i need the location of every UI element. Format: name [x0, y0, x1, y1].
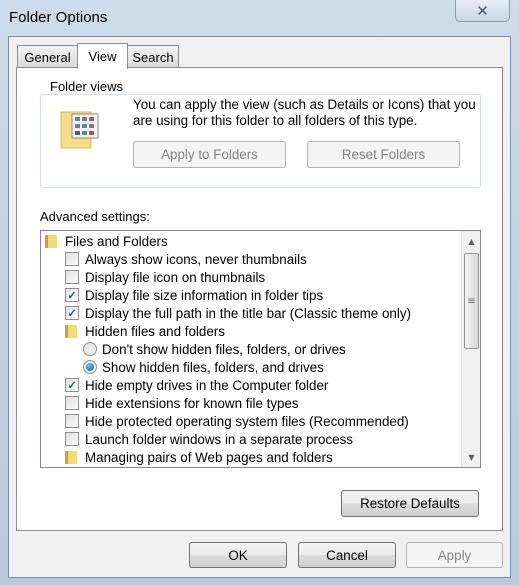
list-item[interactable]: ✓ Display the full path in the title bar … [65, 304, 411, 322]
folder-views-icon [60, 110, 100, 150]
list-item-label: Display the full path in the title bar (… [85, 305, 411, 321]
checkbox[interactable] [65, 432, 79, 446]
list-item[interactable]: Show hidden files, folders, and drives [83, 358, 324, 376]
list-item-label: Show hidden files, folders, and drives [102, 359, 324, 375]
folder-views-label: Folder views [47, 79, 126, 94]
list-item[interactable]: Display file icon on thumbnails [65, 268, 265, 286]
list-item-label: Hide protected operating system files (R… [85, 413, 409, 429]
checkbox[interactable] [65, 252, 79, 266]
list-item: Files and Folders [45, 232, 168, 250]
tab-view[interactable]: View [77, 43, 128, 69]
close-icon: ✕ [476, 1, 489, 20]
checkbox[interactable] [65, 396, 79, 410]
list-item-label: Hidden files and folders [85, 323, 225, 339]
list-item-label: Display file icon on thumbnails [85, 269, 266, 285]
list-item[interactable]: ✓ Hide empty drives in the Computer folde… [65, 376, 328, 394]
list-item-label: Always show icons, never thumbnails [85, 251, 307, 267]
radio-selected[interactable] [83, 360, 97, 374]
tab-search[interactable]: Search [127, 45, 179, 68]
checkbox-checked[interactable]: ✓ [65, 378, 79, 392]
folder-views-description: You can apply the view (such as Details … [133, 97, 476, 128]
apply-button[interactable]: Apply [406, 542, 503, 568]
list-item[interactable]: Hide extensions for known file types [65, 394, 299, 412]
window-title: Folder Options [9, 9, 108, 26]
advanced-settings-list[interactable]: Files and Folders Always show icons, neve… [40, 230, 481, 468]
list-item-label: Managing pairs of Web pages and folders [85, 449, 333, 465]
folder-icon [65, 324, 77, 338]
list-item-label: Files and Folders [65, 233, 168, 249]
checkbox[interactable] [65, 414, 79, 428]
ok-button[interactable]: OK [189, 542, 287, 568]
apply-to-folders-button[interactable]: Apply to Folders [133, 141, 286, 168]
list-item[interactable]: ✓ Display file size information in folder… [65, 286, 323, 304]
list-item[interactable]: Don't show hidden files, folders, or dri… [83, 340, 346, 358]
tab-general[interactable]: General [17, 45, 78, 68]
close-button[interactable]: ✕ [455, 0, 510, 22]
list-item-label: Don't show hidden files, folders, or dri… [102, 341, 346, 357]
list-item-label: Hide empty drives in the Computer folder [85, 377, 329, 393]
folder-icon [65, 450, 77, 464]
list-item[interactable]: Always show icons, never thumbnails [65, 250, 307, 268]
list-item-label: Hide extensions for known file types [85, 395, 299, 411]
checkbox[interactable] [65, 270, 79, 284]
checkbox-checked[interactable]: ✓ [65, 306, 79, 320]
scroll-down-icon[interactable]: ▼ [462, 449, 480, 466]
restore-defaults-button[interactable]: Restore Defaults [341, 490, 479, 517]
scroll-up-icon[interactable]: ▲ [462, 233, 480, 250]
radio[interactable] [83, 342, 97, 356]
list-item-label: Launch folder windows in a separate proc… [85, 431, 353, 447]
list-item-label: Display file size information in folder … [85, 287, 324, 303]
list-item: Managing pairs of Web pages and folders [65, 448, 333, 466]
scrollbar-thumb[interactable]: ≡ [464, 253, 479, 349]
scrollbar[interactable]: ▲ ≡ ▼ [461, 231, 480, 467]
advanced-settings-label: Advanced settings: [40, 209, 150, 224]
checkbox-checked[interactable]: ✓ [65, 288, 79, 302]
folder-icon [45, 234, 57, 248]
list-item: Hidden files and folders [65, 322, 225, 340]
cancel-button[interactable]: Cancel [298, 542, 396, 568]
list-item[interactable]: Launch folder windows in a separate proc… [65, 430, 353, 448]
reset-folders-button[interactable]: Reset Folders [307, 141, 460, 168]
list-item[interactable]: Hide protected operating system files (R… [65, 412, 409, 430]
